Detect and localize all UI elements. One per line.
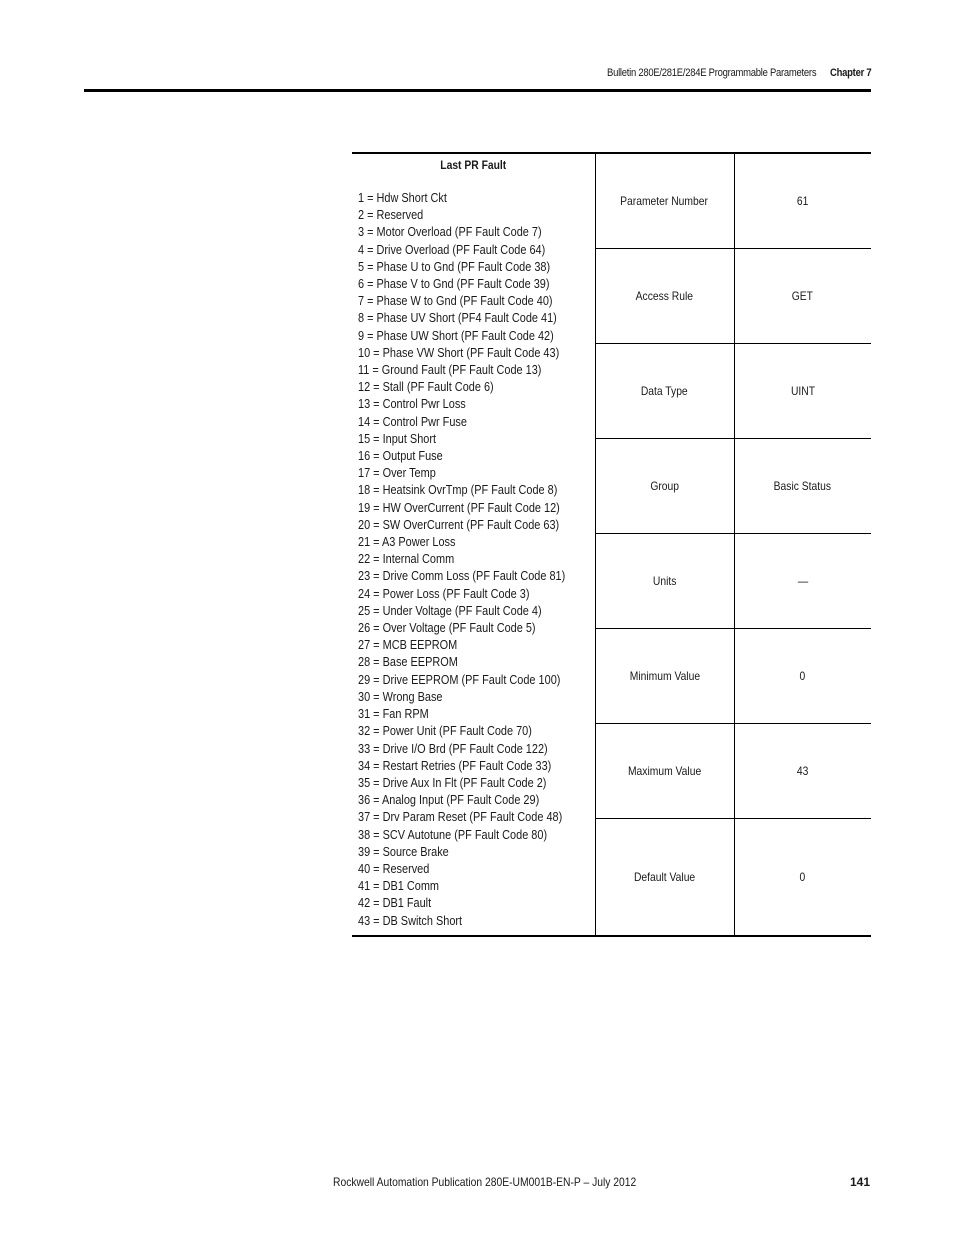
attribute-label-cell: Minimum Value bbox=[595, 628, 735, 724]
footer-publication: Rockwell Automation Publication 280E-UM0… bbox=[333, 1175, 637, 1189]
attribute-value-cell: GET bbox=[734, 248, 871, 344]
enum-value-item: 10 = Phase VW Short (PF Fault Code 43) bbox=[358, 344, 560, 360]
attribute-label: Group bbox=[650, 479, 679, 493]
enum-value-item: 32 = Power Unit (PF Fault Code 70) bbox=[358, 723, 532, 739]
enum-value-item: 24 = Power Loss (PF Fault Code 3) bbox=[358, 585, 530, 601]
enum-value-item: 22 = Internal Comm bbox=[358, 551, 455, 567]
attribute-label: Minimum Value bbox=[629, 669, 700, 683]
parameter-row: Last PR Fault 1 = Hdw Short Ckt 2 = Reser… bbox=[352, 153, 871, 936]
enum-value-item: 38 = SCV Autotune (PF Fault Code 80) bbox=[358, 826, 548, 842]
enum-value-item: 17 = Over Temp bbox=[358, 465, 436, 481]
attribute-value: 0 bbox=[799, 869, 806, 884]
attribute-label-cell: Default Value bbox=[595, 817, 735, 936]
attribute-label: Parameter Number bbox=[620, 194, 709, 208]
attribute-label: Data Type bbox=[641, 384, 688, 398]
attribute-label-cell: Parameter Number bbox=[595, 153, 735, 249]
enum-value-item: 12 = Stall (PF Fault Code 6) bbox=[358, 379, 494, 395]
header-rule bbox=[84, 89, 871, 92]
enum-value-item: 31 = Fan RPM bbox=[358, 706, 429, 722]
page-number: 141 bbox=[849, 1175, 870, 1189]
enum-value-item: 34 = Restart Retries (PF Fault Code 33) bbox=[358, 757, 552, 773]
enum-value-item: 3 = Motor Overload (PF Fault Code 7) bbox=[358, 224, 542, 240]
enum-value-item: 42 = DB1 Fault bbox=[358, 895, 432, 911]
enum-value-item: 26 = Over Voltage (PF Fault Code 5) bbox=[358, 620, 536, 636]
attribute-value: 43 bbox=[796, 764, 809, 778]
attribute-value: 0 bbox=[799, 669, 806, 683]
attribute-value-cell: UINT bbox=[734, 343, 871, 439]
parameter-table: Last PR Fault 1 = Hdw Short Ckt 2 = Reser… bbox=[352, 152, 871, 937]
enum-value-item: 8 = Phase UV Short (PF4 Fault Code 41) bbox=[358, 310, 557, 326]
attribute-label: Access Rule bbox=[635, 289, 694, 303]
attribute-label-cell: Group bbox=[595, 438, 735, 534]
enum-value-item: 15 = Input Short bbox=[358, 430, 437, 446]
enum-value-item: 27 = MCB EEPROM bbox=[358, 637, 458, 653]
attribute-value: — bbox=[797, 574, 808, 588]
attribute-value: GET bbox=[792, 289, 814, 303]
enum-value-item: 19 = HW OverCurrent (PF Fault Code 12) bbox=[358, 499, 560, 515]
enum-value-item: 21 = A3 Power Loss bbox=[358, 534, 456, 550]
enum-value-item: 30 = Wrong Base bbox=[358, 688, 443, 704]
enum-value-item: 29 = Drive EEPROM (PF Fault Code 100) bbox=[358, 671, 561, 687]
enum-value-item: 9 = Phase UW Short (PF Fault Code 42) bbox=[358, 327, 554, 343]
enum-value-item: 41 = DB1 Comm bbox=[358, 878, 440, 894]
enum-value-item: 16 = Output Fuse bbox=[358, 448, 443, 464]
attribute-value-cell: 0 bbox=[734, 817, 871, 936]
attribute-label: Units bbox=[652, 574, 677, 588]
enum-value-item: 1 = Hdw Short Ckt bbox=[358, 190, 447, 205]
enum-value-item: 37 = Drv Param Reset (PF Fault Code 48) bbox=[358, 809, 563, 825]
attribute-value-cell: Basic Status bbox=[734, 438, 871, 534]
running-header: Bulletin 280E/281E/284E Programmable Par… bbox=[606, 67, 872, 79]
enum-value-item: 43 = DB Switch Short bbox=[358, 912, 463, 928]
attribute-value: UINT bbox=[790, 384, 815, 398]
enum-list: 1 = Hdw Short Ckt 2 = Reserved 3 = Motor O… bbox=[358, 189, 595, 929]
enum-value-item: 13 = Control Pwr Loss bbox=[358, 396, 466, 412]
enum-value-item: 2 = Reserved bbox=[358, 207, 424, 223]
enum-value-item: 5 = Phase U to Gnd (PF Fault Code 38) bbox=[358, 258, 551, 274]
attribute-label: Maximum Value bbox=[627, 764, 702, 778]
enum-value-item: 4 = Drive Overload (PF Fault Code 64) bbox=[358, 241, 546, 257]
attribute-value-cell: — bbox=[734, 533, 871, 629]
header-chapter: Chapter 7 bbox=[829, 67, 872, 79]
attribute-value: 61 bbox=[796, 194, 809, 208]
attribute-value-cell: 61 bbox=[734, 153, 871, 249]
enum-value-item: 35 = Drive Aux In Flt (PF Fault Code 2) bbox=[358, 774, 547, 790]
attribute-value-cell: 0 bbox=[734, 628, 871, 724]
attribute-label: Default Value bbox=[633, 869, 696, 884]
enum-value-item: 40 = Reserved bbox=[358, 860, 430, 876]
attribute-label-cell: Data Type bbox=[595, 343, 735, 439]
attribute-label-cell: Access Rule bbox=[595, 248, 735, 344]
parameter-name: Last PR Fault bbox=[440, 158, 507, 172]
enum-value-item: 18 = Heatsink OvrTmp (PF Fault Code 8) bbox=[358, 482, 558, 498]
header-title: Bulletin 280E/281E/284E Programmable Par… bbox=[606, 67, 817, 79]
enum-value-item: 33 = Drive I/O Brd (PF Fault Code 122) bbox=[358, 740, 548, 756]
enum-value-item: 20 = SW OverCurrent (PF Fault Code 63) bbox=[358, 516, 560, 532]
attribute-value: Basic Status bbox=[774, 479, 832, 493]
enum-value-item: 6 = Phase V to Gnd (PF Fault Code 39) bbox=[358, 276, 550, 292]
enum-value-item: 14 = Control Pwr Fuse bbox=[358, 413, 467, 429]
enum-cell: Last PR Fault 1 = Hdw Short Ckt 2 = Reser… bbox=[352, 153, 596, 936]
enum-value-item: 11 = Ground Fault (PF Fault Code 13) bbox=[358, 362, 542, 378]
enum-value-item: 25 = Under Voltage (PF Fault Code 4) bbox=[358, 602, 542, 618]
enum-value-item: 28 = Base EEPROM bbox=[358, 654, 458, 670]
enum-value-item: 39 = Source Brake bbox=[358, 843, 449, 859]
attribute-label-cell: Units bbox=[595, 533, 735, 629]
enum-value-item: 7 = Phase W to Gnd (PF Fault Code 40) bbox=[358, 293, 553, 309]
enum-value-item: 36 = Analog Input (PF Fault Code 29) bbox=[358, 792, 540, 808]
attribute-label-cell: Maximum Value bbox=[595, 723, 735, 819]
attribute-value-cell: 43 bbox=[734, 723, 871, 819]
enum-value-item: 23 = Drive Comm Loss (PF Fault Code 81) bbox=[358, 568, 566, 584]
